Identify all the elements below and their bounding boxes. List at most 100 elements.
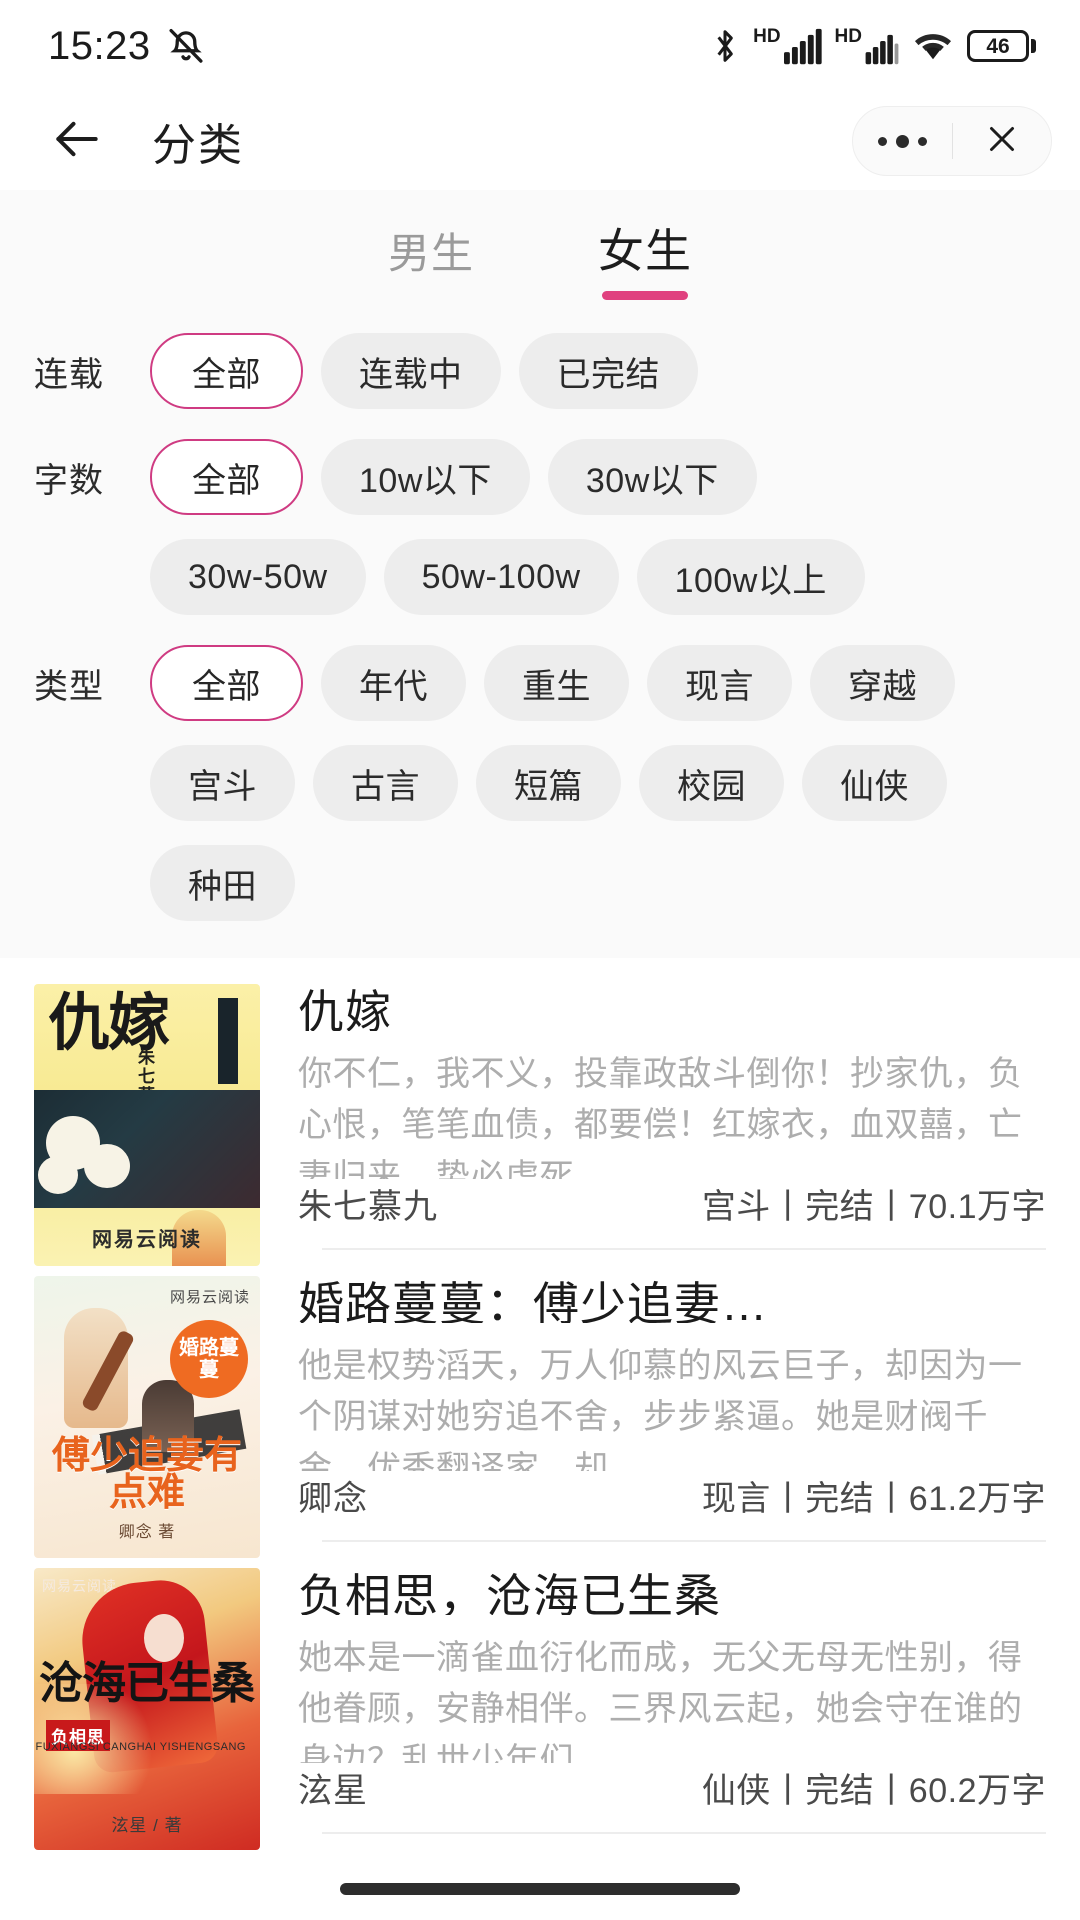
book-tags: 宫斗丨完结丨70.1万字 [701,1188,1046,1227]
status-bar-right: HD HD 46 [710,27,1036,66]
chip-genre-palace-intrigue[interactable]: 宫斗 [150,745,295,822]
battery-level: 46 [986,34,1010,58]
filter-label-serialization: 连载 [34,355,104,394]
chip-wordcount-all[interactable]: 全部 [150,439,303,516]
book-meta: 卿念 现言丨完结丨61.2万字 [298,1471,1046,1542]
book-meta: 泫星 仙侠丨完结丨60.2万字 [298,1763,1046,1834]
chip-wordcount-30w-50w[interactable]: 30w-50w [150,539,366,616]
gender-tabs: 男生 女生 [0,190,1080,306]
book-title: 婚路蔓蔓：傅少追妻… [298,1278,768,1323]
tab-female[interactable]: 女生 [584,224,706,301]
more-button[interactable] [853,107,952,175]
chip-genre-modern-romance[interactable]: 现言 [647,645,792,722]
hd-label-2: HD [834,25,862,47]
chip-wordcount-50w-100w[interactable]: 50w-100w [383,539,619,616]
bluetooth-icon [710,27,740,65]
back-button[interactable] [46,110,108,172]
status-bar-left: 15:23 [48,24,207,69]
tab-female-label: 女生 [598,225,692,277]
home-indicator[interactable] [340,1883,740,1895]
hd-label-1: HD [753,25,781,47]
chip-wordcount-over-100w[interactable]: 100w以上 [636,539,865,616]
home-indicator-bar[interactable] [0,1858,1080,1920]
cover-badge: 婚路蔓蔓 [170,1320,248,1399]
cover-author-line: 卿念 著 [118,1524,176,1542]
book-author: 卿念 [298,1480,368,1519]
book-author: 泫星 [298,1772,368,1811]
tab-female-underline [602,291,688,301]
chip-serialization-all[interactable]: 全部 [150,333,303,410]
book-info: 仇嫁 你不仁，我不义，投靠政敌斗倒你！抄家仇，负心恨，笔笔血债，都要偿！红嫁衣，… [298,984,1046,1250]
book-author: 朱七慕九 [298,1188,438,1227]
book-list: 仇嫁 朱七慕九 网易云阅读 仇嫁 你不仁，我不义，投靠政敌斗倒你！抄家仇，负心恨… [0,958,1080,1851]
status-bar: 15:23 HD HD 46 [0,0,1080,92]
book-title: 负相思，沧海已生桑 [298,1570,721,1615]
back-arrow-icon [49,111,105,172]
chip-list: 种田 [150,845,295,922]
chip-genre-era[interactable]: 年代 [321,645,466,722]
cover-face [144,1614,184,1663]
chip-list: 全部 10w以下 30w以下 [150,439,757,516]
chip-genre-campus[interactable]: 校园 [639,745,784,822]
filter-row: 30w-50w 50w-100w 100w以上 [0,536,1080,618]
chip-genre-rebirth[interactable]: 重生 [484,645,629,722]
cover-decoration [218,998,238,1085]
cover-author-line: 泫星 / 著 [111,1816,183,1836]
filter-group-genre: 类型 全部 年代 重生 现言 穿越 宫斗 古言 短篇 校园 仙侠 种田 [0,642,1080,924]
cover-publisher: 网易云阅读 [92,1229,202,1252]
cover-title-art: 仇嫁 [48,986,170,1060]
close-button[interactable] [953,107,1052,175]
cover-publisher: 网易云阅读 [169,1289,250,1307]
tab-male[interactable]: 男生 [374,229,488,300]
book-description: 他是权势滔天，万人仰慕的风云巨子，却因为一个阴谋对她穷追不舍，步步紧逼。她是财阀… [298,1346,1023,1472]
hd-signal-icon-1: HD [753,25,822,66]
book-info: 负相思，沧海已生桑 她本是一滴雀血衍化而成，无父无母无性别，得他眷顾，安静相伴。… [298,1568,1046,1834]
book-tags: 仙侠丨完结丨60.2万字 [701,1772,1046,1811]
chip-genre-xianxia[interactable]: 仙侠 [802,745,947,822]
filter-label-genre: 类型 [34,667,104,706]
chip-genre-ancient-romance[interactable]: 古言 [313,745,458,822]
book-meta: 朱七慕九 宫斗丨完结丨70.1万字 [298,1179,1046,1250]
list-divider [322,1832,1046,1835]
chip-wordcount-under-10w[interactable]: 10w以下 [321,439,530,516]
close-x-icon [984,121,1020,162]
cover-artwork [34,1090,260,1267]
book-cover: 网易云阅读 沧海已生桑 负相思 FUXIANGSI CANGHAI YISHEN… [34,1568,260,1851]
chip-genre-farming[interactable]: 种田 [150,845,295,922]
book-tags: 现言丨完结丨61.2万字 [701,1480,1046,1519]
tab-male-label: 男生 [387,229,474,277]
wifi-icon [912,27,954,65]
chip-genre-short-story[interactable]: 短篇 [476,745,621,822]
chip-genre-all[interactable]: 全部 [150,645,303,722]
chip-list: 宫斗 古言 短篇 校园 仙侠 [150,745,947,822]
book-description: 你不仁，我不义，投靠政敌斗倒你！抄家仇，负心恨，笔笔血债，都要偿！红嫁衣，血双囍… [298,1054,1023,1180]
filter-panel: 男生 女生 连载 全部 连载中 已完结 字数 全部 10w以下 30w以下 30… [0,190,1080,959]
book-list-item[interactable]: 仇嫁 朱七慕九 网易云阅读 仇嫁 你不仁，我不义，投靠政敌斗倒你！抄家仇，负心恨… [0,958,1080,1267]
book-list-item[interactable]: 网易云阅读 婚路蔓蔓 傅少追妻有点难 卿念 著 婚路蔓蔓：傅少追妻… 他是权势滔… [0,1250,1080,1559]
cover-title-art: 傅少追妻有点难 [51,1431,242,1514]
filter-row: 字数 全部 10w以下 30w以下 [0,436,1080,518]
book-info: 婚路蔓蔓：傅少追妻… 他是权势滔天，万人仰慕的风云巨子，却因为一个阴谋对她穷追不… [298,1276,1046,1542]
chip-genre-time-travel[interactable]: 穿越 [810,645,955,722]
book-list-item[interactable]: 网易云阅读 沧海已生桑 负相思 FUXIANGSI CANGHAI YISHEN… [0,1542,1080,1851]
chip-list: 全部 连载中 已完结 [150,333,698,410]
book-description: 她本是一滴雀血衍化而成，无父无母无性别，得他眷顾，安静相伴。三界风云起，她会守在… [298,1638,1023,1764]
chip-wordcount-under-30w[interactable]: 30w以下 [547,439,757,516]
filter-label-wordcount: 字数 [34,461,104,500]
cover-pinyin: FUXIANGSI CANGHAI YISHENGSANG [35,1741,246,1754]
filter-row: 宫斗 古言 短篇 校园 仙侠 [0,742,1080,824]
book-title: 仇嫁 [298,986,392,1031]
mini-program-capsule [852,106,1052,176]
book-cover: 仇嫁 朱七慕九 网易云阅读 [34,984,260,1267]
filter-row: 类型 全部 年代 重生 现言 穿越 [0,642,1080,724]
book-cover: 网易云阅读 婚路蔓蔓 傅少追妻有点难 卿念 著 [34,1276,260,1559]
battery-icon: 46 [967,30,1036,62]
cover-title-art: 沧海已生桑 [39,1658,255,1710]
chip-serialization-ongoing[interactable]: 连载中 [321,333,501,410]
filter-row: 连载 全部 连载中 已完结 [0,330,1080,412]
filter-group-wordcount: 字数 全部 10w以下 30w以下 30w-50w 50w-100w 100w以… [0,436,1080,618]
hd-signal-icon-2: HD [835,27,899,66]
filter-row: 种田 [0,842,1080,924]
chip-serialization-completed[interactable]: 已完结 [518,333,698,410]
mute-icon [165,25,207,67]
